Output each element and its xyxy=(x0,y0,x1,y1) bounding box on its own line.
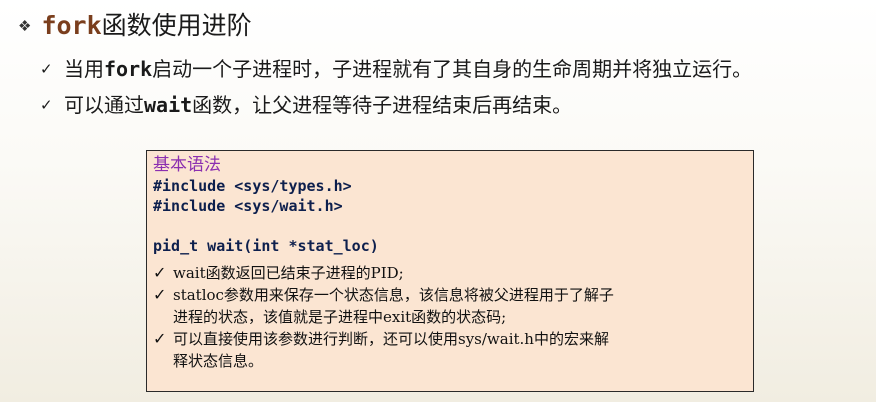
code-line: pid_t wait(int *stat_loc) xyxy=(153,237,379,255)
note-text: wait函数返回已结束子进程的PID; xyxy=(173,264,404,282)
bullet-code: wait xyxy=(144,93,193,117)
bullet-text-post: 函数，让父进程等待子进程结束后再结束。 xyxy=(192,93,573,117)
note-item: ✓ 可以直接使用该参数进行判断，还可以使用sys/wait.h中的宏来解 释状态… xyxy=(153,328,747,372)
bullet-item-wait: ✓ 可以通过 wait 函数，让父进程等待子进程结束后再结束。 xyxy=(40,91,572,119)
note-item: ✓ wait函数返回已结束子进程的PID; xyxy=(153,262,747,284)
bullet-item-fork: ✓ 当用 fork 启动一个子进程时，子进程就有了其自身的生命周期并将独立运行。 xyxy=(40,55,752,83)
bullet-text-pre: 当用 xyxy=(64,57,104,81)
note-text: statloc参数用来保存一个状态信息，该信息将被父进程用于了解子 进程的状态，… xyxy=(173,286,614,326)
syntax-header: 基本语法 xyxy=(153,155,221,175)
title-text: 函数使用进阶 xyxy=(101,11,252,40)
check-icon: ✓ xyxy=(40,60,53,78)
check-icon: ✓ xyxy=(153,285,167,304)
bullet-text-pre: 可以通过 xyxy=(64,93,144,117)
code-line: #include <sys/types.h> xyxy=(153,177,352,195)
bullet-text-post: 启动一个子进程时，子进程就有了其自身的生命周期并将独立运行。 xyxy=(152,57,753,81)
title-keyword: fork xyxy=(41,11,102,40)
check-icon: ✓ xyxy=(40,96,53,114)
check-icon: ✓ xyxy=(153,263,167,282)
code-line: #include <sys/wait.h> xyxy=(153,197,343,215)
syntax-box: 基本语法 #include <sys/types.h> #include <sy… xyxy=(146,150,754,392)
note-text: 可以直接使用该参数进行判断，还可以使用sys/wait.h中的宏来解 释状态信息… xyxy=(173,330,609,370)
slide-title: ❖ fork 函数使用进阶 xyxy=(18,10,252,42)
diamond-bullet-icon: ❖ xyxy=(18,17,32,35)
bullet-code: fork xyxy=(104,57,153,81)
check-icon: ✓ xyxy=(153,329,167,348)
note-item: ✓ statloc参数用来保存一个状态信息，该信息将被父进程用于了解子 进程的状… xyxy=(153,284,747,328)
